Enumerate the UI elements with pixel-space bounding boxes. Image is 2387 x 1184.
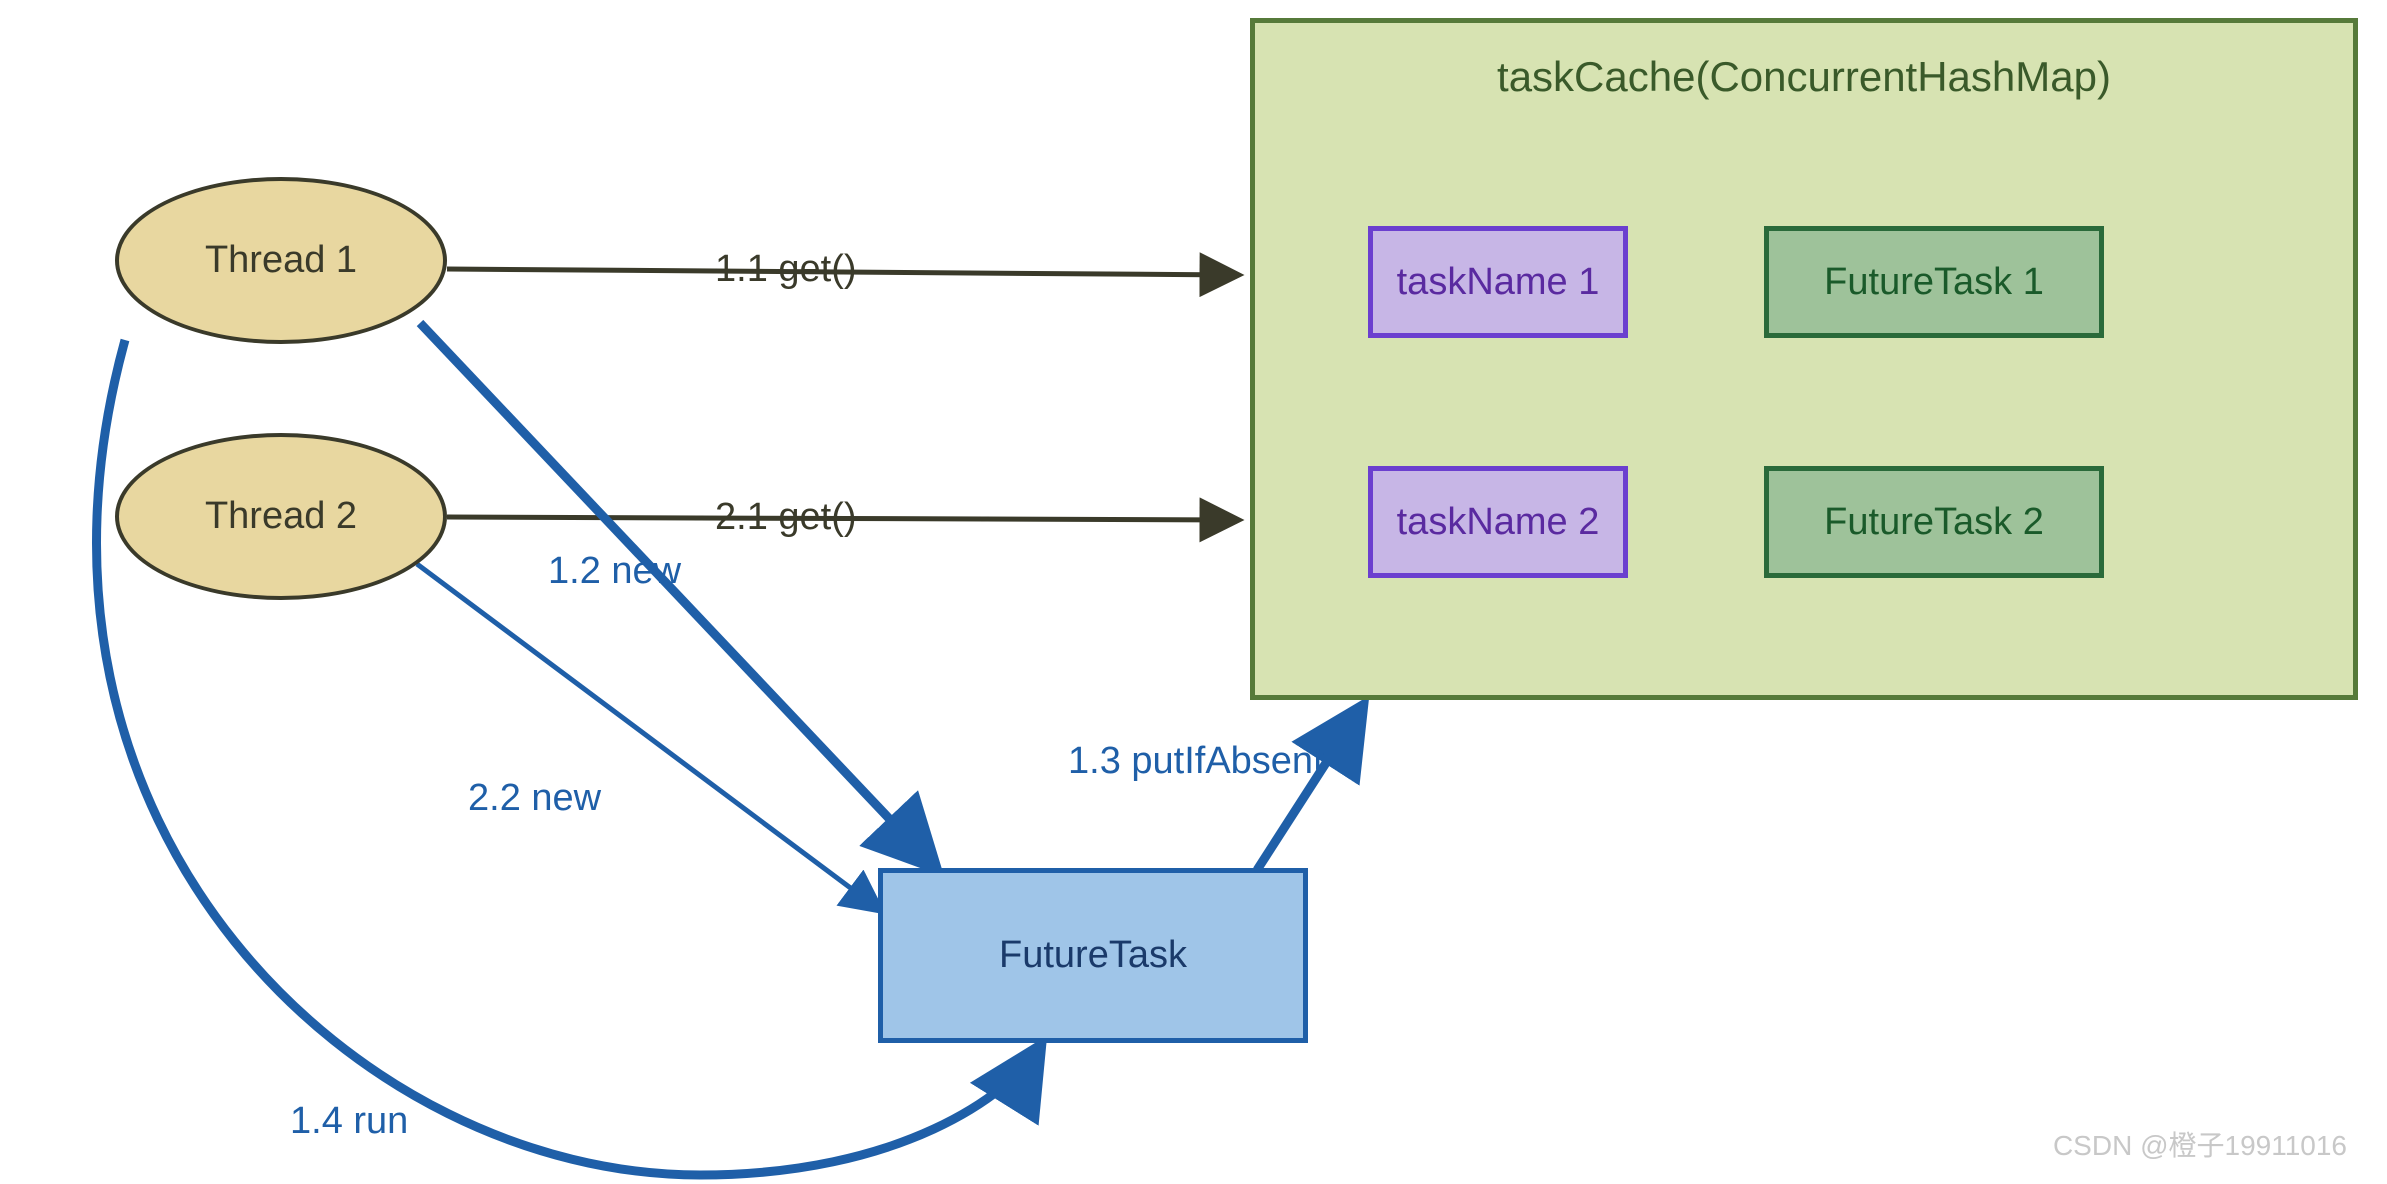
taskname-1-box: taskName 1 <box>1368 226 1628 338</box>
thread-1-node: Thread 1 <box>115 177 447 344</box>
taskname-2-label: taskName 2 <box>1397 501 1600 544</box>
label-2-2-new: 2.2 new <box>468 777 601 820</box>
futuretask-label: FutureTask <box>999 934 1187 977</box>
futuretask-box: FutureTask <box>878 868 1308 1043</box>
futuretask-2-box: FutureTask 2 <box>1764 466 2104 578</box>
taskname-2-box: taskName 2 <box>1368 466 1628 578</box>
thread-1-label: Thread 1 <box>205 239 357 282</box>
label-1-3-putifabsent: 1.3 putIfAbsent <box>1068 740 1324 783</box>
futuretask-2-label: FutureTask 2 <box>1824 501 2044 544</box>
label-2-1-get: 2.1 get() <box>715 496 857 539</box>
label-1-1-get: 1.1 get() <box>715 248 857 291</box>
label-1-4-run: 1.4 run <box>290 1100 408 1143</box>
thread-2-label: Thread 2 <box>205 495 357 538</box>
task-cache-title: taskCache(ConcurrentHashMap) <box>1497 53 2111 101</box>
task-cache-box: taskCache(ConcurrentHashMap) <box>1250 18 2358 700</box>
futuretask-1-box: FutureTask 1 <box>1764 226 2104 338</box>
arrow-1-3-putifabsent <box>1257 707 1362 870</box>
taskname-1-label: taskName 1 <box>1397 261 1600 304</box>
thread-2-node: Thread 2 <box>115 433 447 600</box>
label-1-2-new: 1.2 new <box>548 550 681 593</box>
futuretask-1-label: FutureTask 1 <box>1824 261 2044 304</box>
watermark: CSDN @橙子19911016 <box>2053 1124 2347 1164</box>
